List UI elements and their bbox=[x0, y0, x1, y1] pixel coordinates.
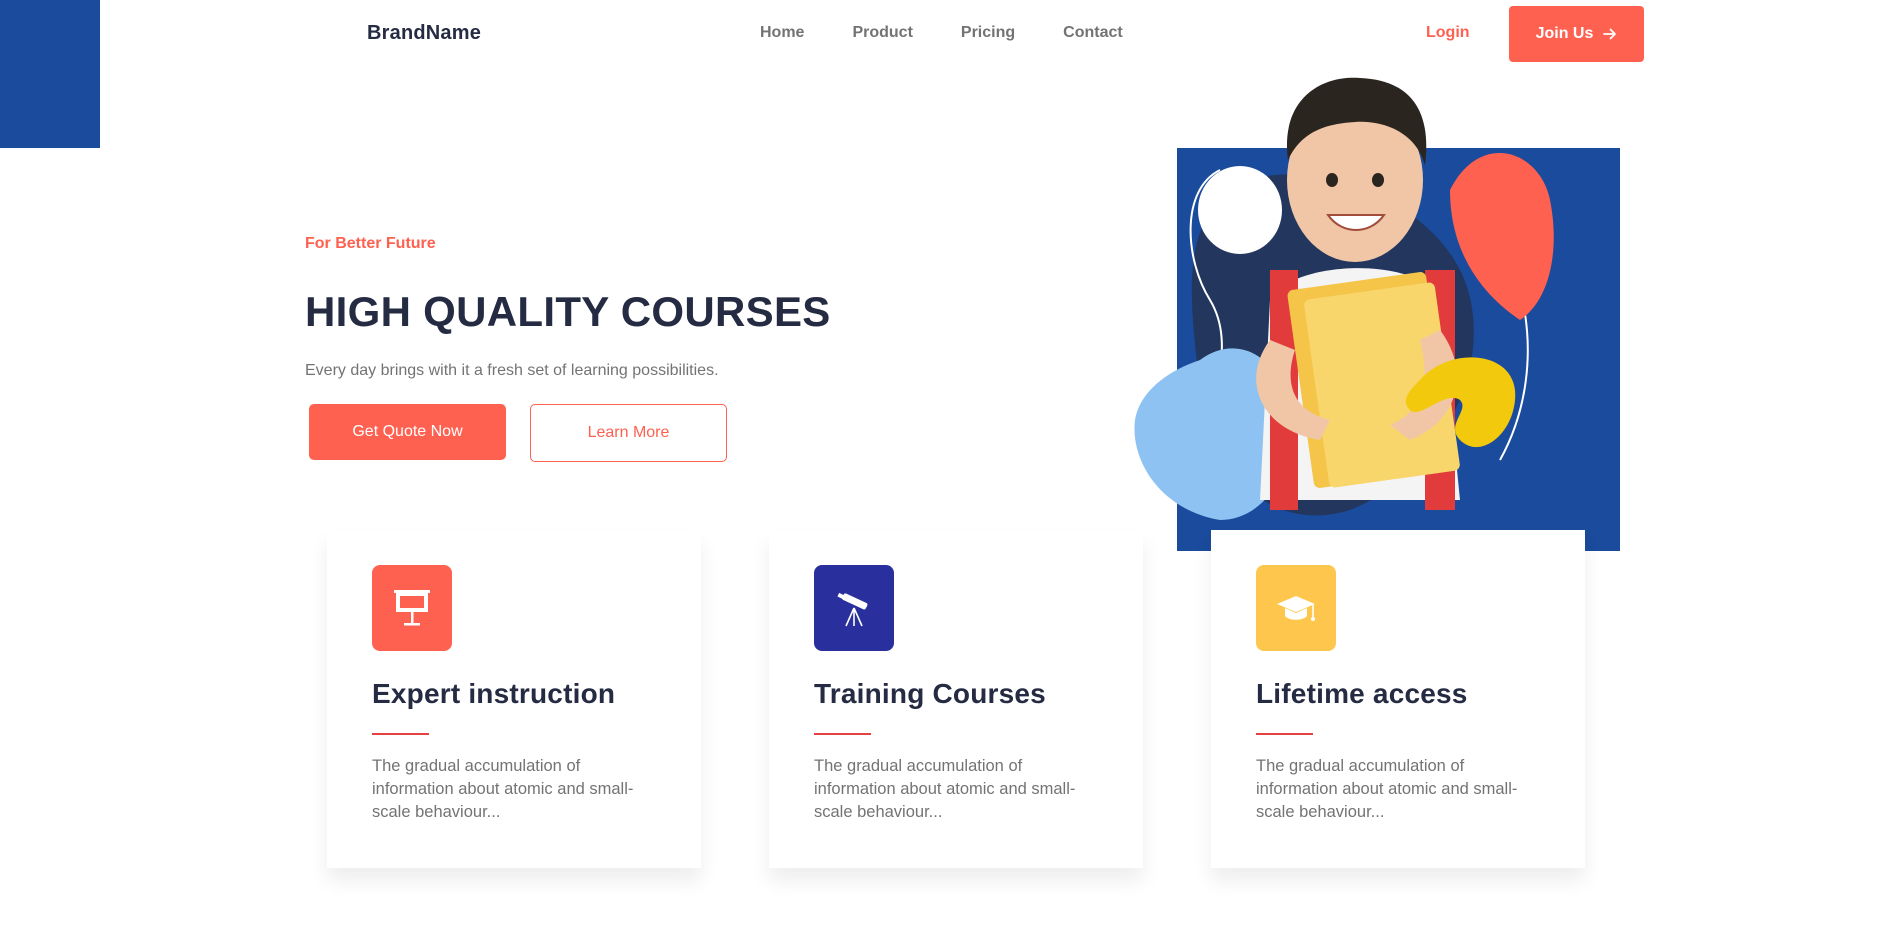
main-nav: Home Product Pricing Contact bbox=[760, 24, 1171, 42]
feature-title: Lifetime access bbox=[1256, 678, 1468, 709]
brand-logo[interactable]: BrandName bbox=[367, 22, 481, 45]
graduation-cap-icon bbox=[1256, 565, 1336, 651]
feature-text: The gradual accumulation of information … bbox=[1256, 757, 1518, 821]
hero-subtitle: Every day brings with it a fresh set of … bbox=[305, 362, 719, 379]
feature-text: The gradual accumulation of information … bbox=[372, 757, 634, 821]
arrow-right-icon bbox=[1603, 28, 1617, 40]
feature-card: Training Courses The gradual accumulatio… bbox=[769, 530, 1143, 868]
feature-title: Expert instruction bbox=[372, 678, 616, 709]
nav-home[interactable]: Home bbox=[760, 24, 804, 42]
feature-text: The gradual accumulation of information … bbox=[814, 757, 1076, 821]
nav-pricing[interactable]: Pricing bbox=[961, 24, 1015, 42]
telescope-icon bbox=[814, 565, 894, 651]
title-underline bbox=[814, 733, 871, 735]
presentation-board-icon bbox=[372, 565, 452, 651]
nav-contact[interactable]: Contact bbox=[1063, 24, 1123, 42]
title-underline bbox=[372, 733, 429, 735]
feature-card: Expert instruction The gradual accumulat… bbox=[327, 530, 701, 868]
learn-more-button[interactable]: Learn More bbox=[530, 404, 727, 462]
nav-product[interactable]: Product bbox=[852, 24, 912, 42]
feature-title: Training Courses bbox=[814, 678, 1046, 709]
title-underline bbox=[1256, 733, 1313, 735]
hero-tagline: For Better Future bbox=[305, 235, 436, 252]
child-with-books-image bbox=[1134, 77, 1620, 551]
get-quote-button[interactable]: Get Quote Now bbox=[309, 404, 506, 460]
feature-card: Lifetime access The gradual accumulation… bbox=[1211, 530, 1585, 868]
hero-title: HIGH QUALITY COURSES bbox=[305, 288, 831, 335]
decorative-blue-block bbox=[0, 0, 100, 148]
